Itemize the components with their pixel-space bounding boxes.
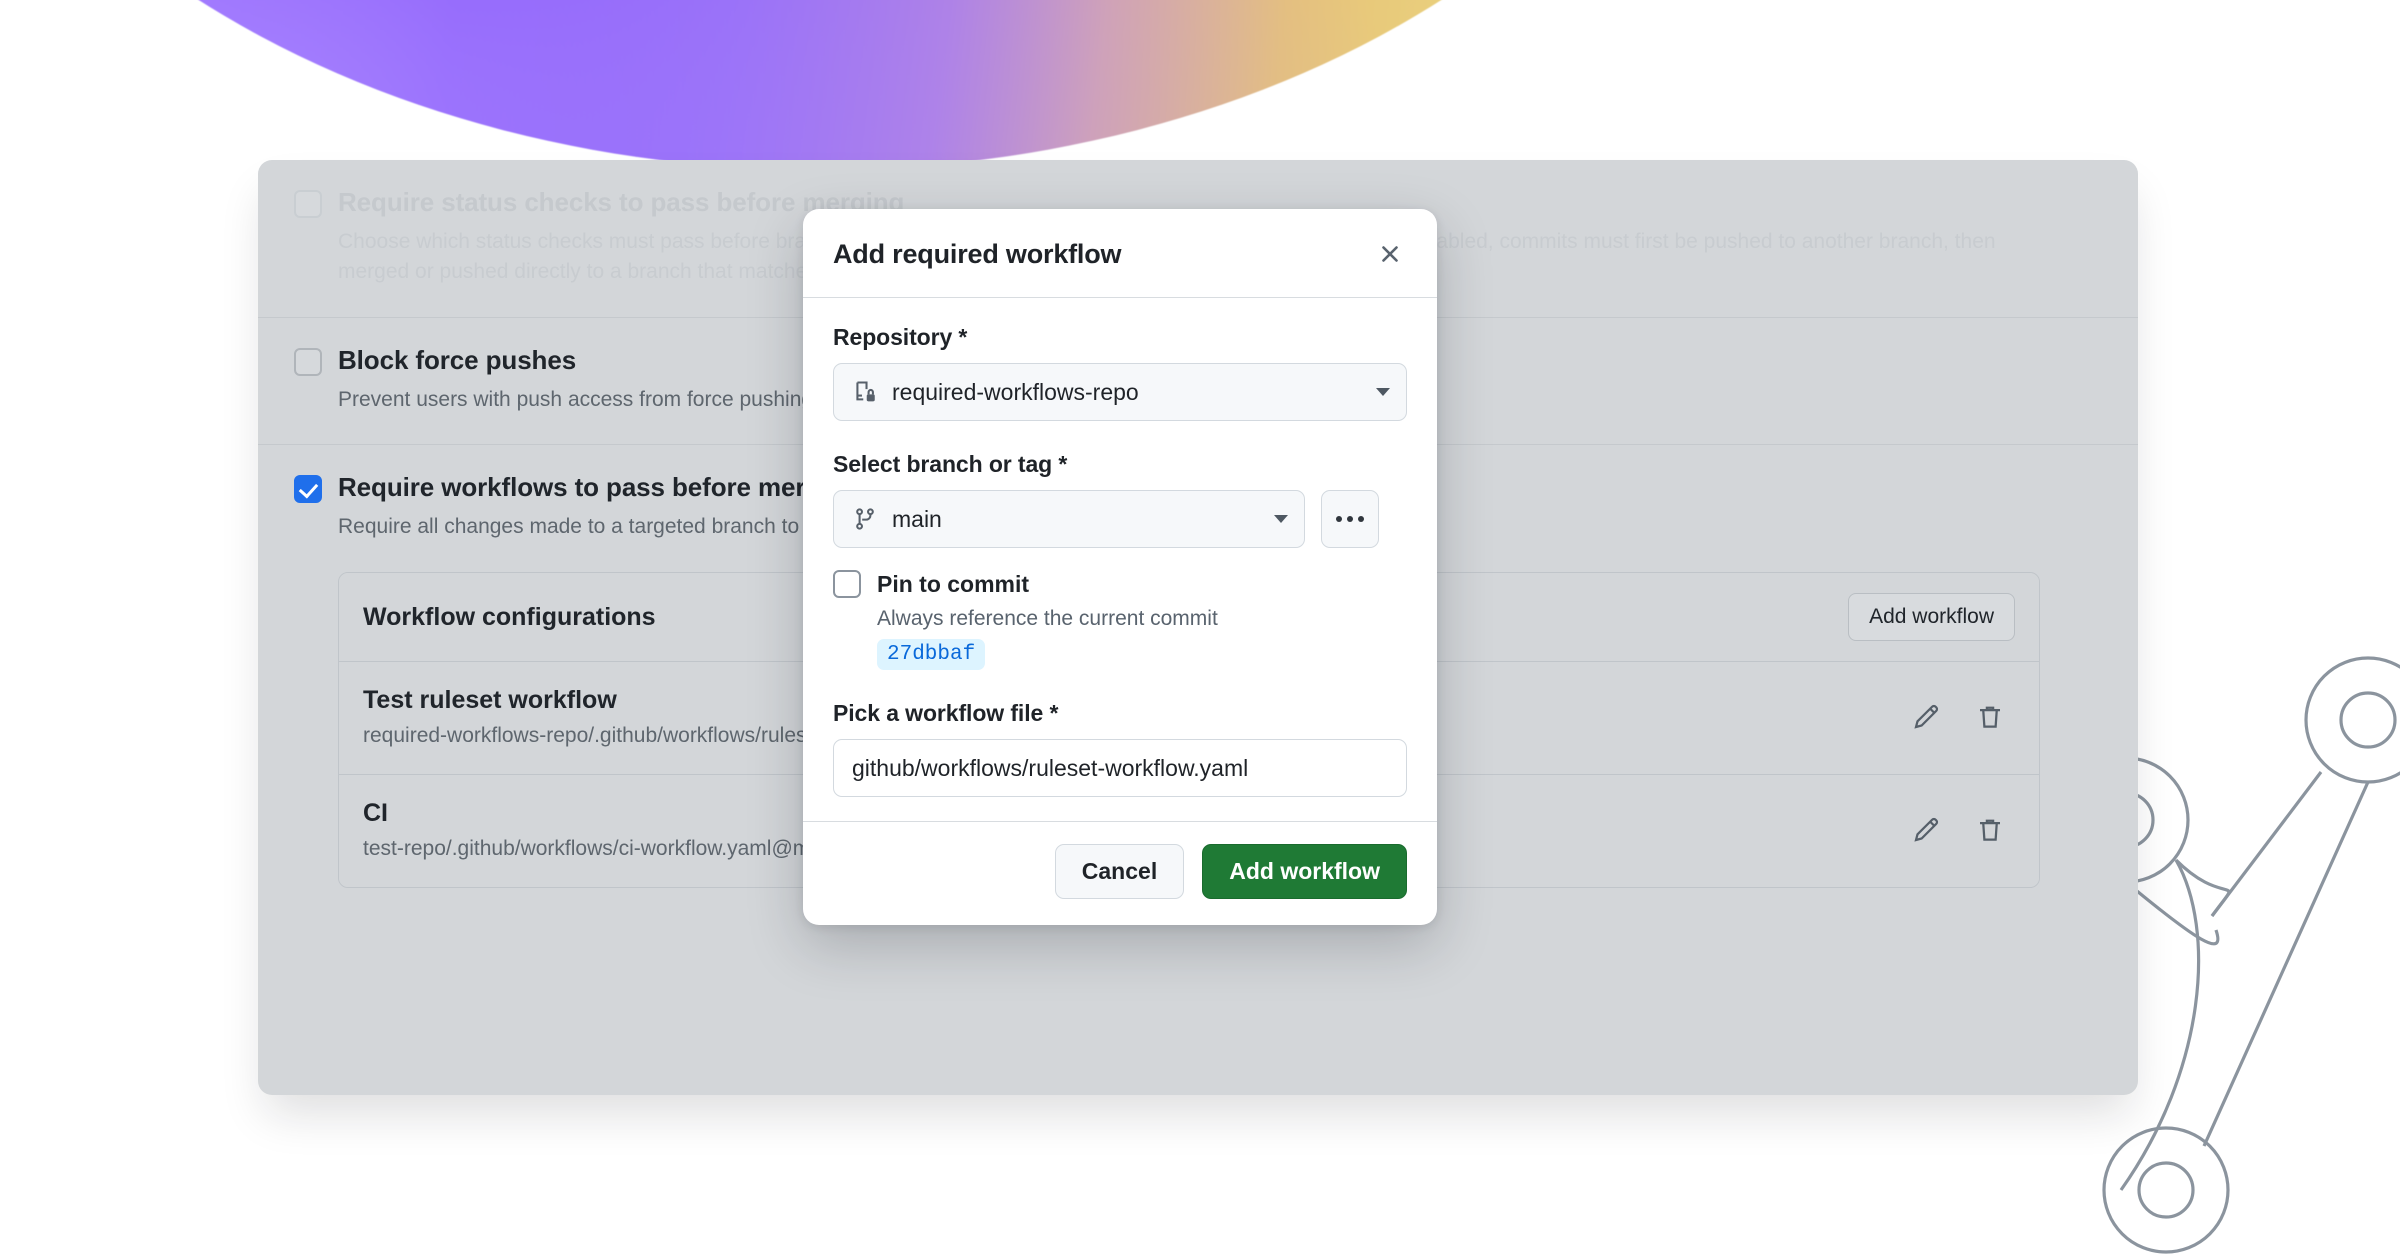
rule-checkbox-status-checks[interactable] xyxy=(294,190,322,218)
pencil-icon[interactable] xyxy=(1909,700,1943,734)
pin-to-commit-label: Pin to commit xyxy=(877,570,1030,597)
submit-add-workflow-button[interactable]: Add workflow xyxy=(1202,844,1407,899)
add-workflow-button[interactable]: Add workflow xyxy=(1848,593,2015,642)
kebab-dot xyxy=(1358,516,1364,522)
pin-to-commit-description: Always reference the current commit xyxy=(877,607,1218,630)
workflow-configurations-title: Workflow configurations xyxy=(363,602,656,631)
branch-select[interactable]: main xyxy=(833,490,1305,548)
rule-title-block-force-pushes: Block force pushes xyxy=(338,344,577,375)
pin-to-commit-row[interactable]: Pin to commit xyxy=(833,570,1407,598)
rule-title-require-workflows: Require workflows to pass before merging xyxy=(338,472,860,503)
workflow-file-input[interactable] xyxy=(833,739,1407,797)
branch-label: Select branch or tag * xyxy=(833,451,1068,477)
add-required-workflow-dialog: Add required workflow Repository * requi… xyxy=(803,209,1437,925)
workflow-name: CI xyxy=(363,799,388,828)
rule-checkbox-block-force-pushes[interactable] xyxy=(294,347,322,376)
repository-select[interactable]: required-workflows-repo xyxy=(833,363,1407,421)
workflow-row-actions xyxy=(1909,700,2015,734)
kebab-icon[interactable] xyxy=(1321,490,1379,548)
screen-root: Require status checks to pass before mer… xyxy=(0,0,2400,1260)
pin-to-commit-checkbox[interactable] xyxy=(833,570,861,598)
trash-icon[interactable] xyxy=(1973,813,2007,847)
dialog-header: Add required workflow xyxy=(803,209,1437,298)
branch-value: main xyxy=(892,505,942,532)
repository-value: required-workflows-repo xyxy=(892,378,1139,405)
commit-hash-badge[interactable]: 27dbbaf xyxy=(877,639,986,670)
branch-row: main xyxy=(833,490,1407,548)
chevron-down-icon xyxy=(1376,388,1390,396)
chevron-down-icon xyxy=(1274,515,1288,523)
pencil-icon[interactable] xyxy=(1909,813,1943,847)
dialog-body: Repository * required-workflows-repo Sel… xyxy=(803,298,1437,821)
workflow-file-label: Pick a workflow file * xyxy=(833,700,1059,726)
workflow-path: test-repo/.github/workflows/ci-workflow.… xyxy=(363,837,839,861)
kebab-dot xyxy=(1336,516,1342,522)
dialog-title: Add required workflow xyxy=(833,238,1122,269)
close-icon[interactable] xyxy=(1373,237,1407,271)
workflow-row-actions xyxy=(1909,813,2015,847)
trash-icon[interactable] xyxy=(1973,700,2007,734)
repo-locked-icon xyxy=(852,379,878,405)
cancel-button[interactable]: Cancel xyxy=(1054,844,1185,899)
rule-checkbox-require-workflows[interactable] xyxy=(294,475,322,504)
git-branch-icon xyxy=(852,506,878,532)
kebab-dot xyxy=(1347,516,1353,522)
dialog-footer: Cancel Add workflow xyxy=(803,821,1437,925)
repository-label: Repository * xyxy=(833,324,968,350)
gradient-blob-decoration xyxy=(0,0,1760,170)
